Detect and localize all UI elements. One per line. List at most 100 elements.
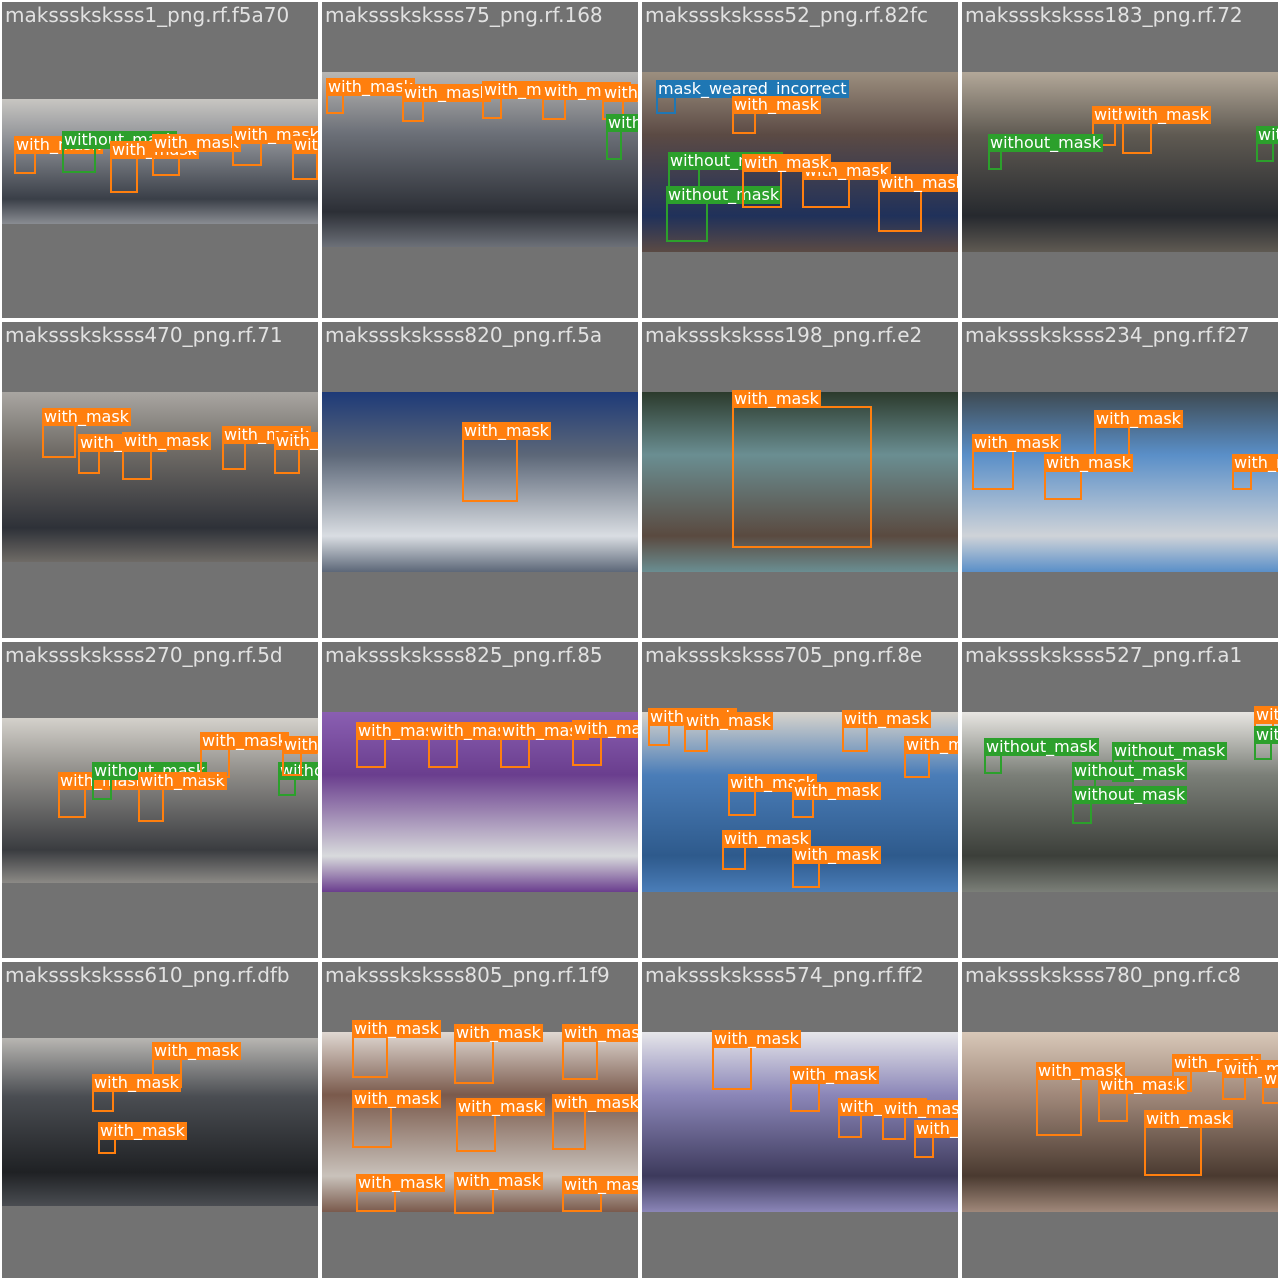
detection-box: without_mask bbox=[606, 114, 638, 160]
detection-label: with_mask bbox=[352, 1089, 441, 1108]
detection-box: with_mask bbox=[722, 830, 811, 870]
detection-label: without_mask bbox=[988, 133, 1104, 152]
tile-title: maksssksksss183_png.rf.72 bbox=[965, 3, 1243, 27]
tile-title: maksssksksss780_png.rf.c8 bbox=[965, 963, 1241, 987]
detection-box: with_mask bbox=[282, 736, 318, 776]
detection-box: with_mask bbox=[1172, 1054, 1261, 1092]
detection-label: without_mask bbox=[1072, 761, 1188, 780]
detection-label: with_mask bbox=[462, 421, 551, 440]
detection-label: with_mask bbox=[122, 431, 211, 450]
detection-box: with_mask bbox=[684, 712, 773, 752]
detection-box: with_mask bbox=[1262, 1070, 1278, 1104]
tile-title: maksssksksss574_png.rf.ff2 bbox=[645, 963, 924, 987]
detection-label: with_mask bbox=[914, 1120, 958, 1138]
detection-box: with_mask bbox=[802, 162, 891, 208]
mosaic-tile: maksssksksss805_png.rf.1f9 with_mask with_… bbox=[322, 962, 638, 1278]
detection-label: without_mask bbox=[1072, 785, 1188, 804]
detection-box: with_mask bbox=[98, 1122, 187, 1154]
detection-label: with_mask bbox=[792, 845, 881, 864]
detection-label: with_mask bbox=[792, 781, 881, 800]
detection-label: with_mask bbox=[790, 1065, 879, 1084]
detection-box: with_mask bbox=[728, 774, 817, 816]
detection-box: with_mask bbox=[1122, 106, 1211, 154]
detection-box: with_mask bbox=[454, 1172, 543, 1214]
detection-label: with_mask bbox=[732, 95, 821, 114]
mosaic-tile: maksssksksss574_png.rf.ff2 with_mask with_… bbox=[642, 962, 958, 1278]
detection-box: with_mask bbox=[732, 390, 872, 548]
mosaic-tile: maksssksksss1_png.rf.f5a70 with_mask witho… bbox=[2, 2, 318, 318]
detection-box: with_mask bbox=[232, 126, 318, 166]
mosaic-tile: maksssksksss470_png.rf.71 with_mask with_m… bbox=[2, 322, 318, 638]
detection-label: with_mask bbox=[1254, 706, 1278, 724]
detection-box: with_mask bbox=[500, 722, 589, 768]
detection-label: with_mask bbox=[732, 389, 821, 408]
detection-box: with_mask bbox=[562, 1176, 638, 1212]
detection-label: with_mask bbox=[92, 1073, 181, 1092]
detection-label: with_mask bbox=[292, 136, 318, 154]
detection-label: with_mask bbox=[152, 133, 241, 152]
detection-box: without_mask bbox=[92, 762, 208, 800]
detection-box: with_mask bbox=[904, 736, 958, 778]
detection-box: with_mask bbox=[92, 1074, 181, 1112]
detection-box: with_mask bbox=[572, 720, 638, 766]
detection-box: without_mask bbox=[1256, 126, 1278, 162]
detection-label: with_mask bbox=[572, 720, 638, 738]
tile-photo bbox=[642, 1032, 958, 1212]
detection-box: with_mask bbox=[292, 136, 318, 180]
detection-label: with_mask bbox=[1094, 409, 1183, 428]
detection-box: with_mask bbox=[326, 78, 415, 114]
detection-label: with_mask bbox=[972, 433, 1061, 452]
detection-box: with_mask bbox=[542, 82, 631, 120]
mosaic-tile: maksssksksss198_png.rf.e2 with_mask bbox=[642, 322, 958, 638]
detection-label: without_mask bbox=[1254, 726, 1278, 744]
detection-box: with_mask bbox=[1144, 1110, 1233, 1176]
detection-box: with_mask bbox=[152, 134, 241, 176]
detection-box: with_mask bbox=[838, 1098, 927, 1138]
detection-box: with_mask bbox=[274, 432, 318, 474]
detection-box: with_mask bbox=[792, 846, 881, 888]
detection-box: with_mask bbox=[552, 1094, 638, 1150]
detection-box: with_mask bbox=[1044, 454, 1133, 500]
detection-label: with_mask bbox=[562, 1176, 638, 1194]
mosaic-tile: maksssksksss270_png.rf.5d with_mask withou… bbox=[2, 642, 318, 958]
detection-box: with_mask bbox=[1094, 410, 1183, 456]
detection-box: with_mask bbox=[914, 1120, 958, 1158]
detection-box: with_mask bbox=[402, 84, 491, 122]
detection-label: with_mask bbox=[1232, 454, 1278, 472]
detection-label: with_mask bbox=[454, 1171, 543, 1190]
detection-box: without_mask bbox=[62, 131, 178, 173]
detection-box: with_mask bbox=[742, 154, 831, 208]
tile-title: maksssksksss825_png.rf.85 bbox=[325, 643, 603, 667]
mosaic-tile: maksssksksss610_png.rf.dfb with_mask with_… bbox=[2, 962, 318, 1278]
tile-title: maksssksksss470_png.rf.71 bbox=[5, 323, 283, 347]
tile-title: maksssksksss805_png.rf.1f9 bbox=[325, 963, 610, 987]
detection-box: with_mask bbox=[352, 1020, 441, 1078]
detection-box: without_mask bbox=[666, 186, 782, 242]
detection-box: with_mask bbox=[1098, 1076, 1187, 1122]
detection-label: with_mask bbox=[742, 153, 831, 172]
detection-box: with_mask bbox=[454, 1024, 543, 1084]
detection-box: with_mask bbox=[14, 136, 103, 174]
detection-box: with_mask bbox=[456, 1098, 545, 1152]
detection-box: with_mask bbox=[712, 1030, 801, 1090]
detection-box: with_mask bbox=[356, 722, 445, 768]
detection-label: with_mask bbox=[282, 736, 318, 754]
detection-label: with_mask bbox=[882, 1100, 958, 1118]
tile-title: maksssksksss705_png.rf.8e bbox=[645, 643, 923, 667]
detection-label: with_mask bbox=[200, 731, 289, 750]
tile-title: maksssksksss52_png.rf.82fc bbox=[645, 3, 928, 27]
tile-photo bbox=[962, 72, 1278, 252]
detection-box: with_mask bbox=[200, 732, 289, 778]
tile-title: maksssksksss820_png.rf.5a bbox=[325, 323, 603, 347]
detection-box: with_mask bbox=[352, 1090, 441, 1148]
tile-title: maksssksksss527_png.rf.a1 bbox=[965, 643, 1243, 667]
detection-box: with_mask bbox=[122, 432, 211, 480]
detection-label: with_mask bbox=[402, 83, 491, 102]
detection-label: with_mask bbox=[562, 1024, 638, 1042]
detection-label: with_mask bbox=[684, 711, 773, 730]
detection-box: with_mask bbox=[138, 772, 227, 822]
detection-box: with_mask bbox=[972, 434, 1061, 490]
detection-label: without_mask bbox=[606, 114, 638, 132]
detection-box: with_mask bbox=[732, 96, 821, 134]
detection-label: with_mask bbox=[842, 709, 931, 728]
